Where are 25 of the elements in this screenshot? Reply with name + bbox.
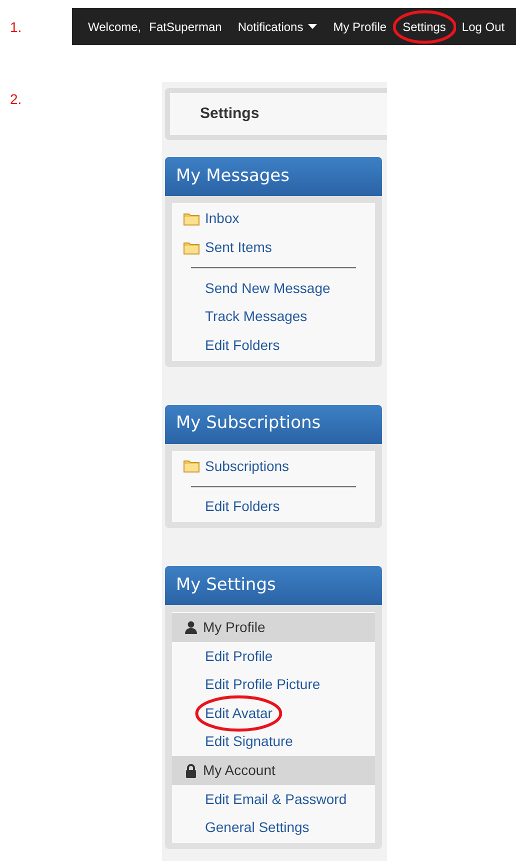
welcome-text: FatSuperman xyxy=(149,20,222,34)
panel-title: My Messages xyxy=(176,164,290,188)
menu-link[interactable]: Edit Profile Picture xyxy=(205,676,320,692)
welcome-text: Welcome, xyxy=(88,20,142,34)
notifications-menu[interactable]: Notifications xyxy=(238,18,318,36)
menu-link[interactable]: Edit Folders xyxy=(205,336,280,353)
menu-link[interactable]: Edit Signature xyxy=(205,733,293,750)
section-title: My Account xyxy=(203,761,276,780)
page-title: Settings xyxy=(200,104,260,124)
folder-link[interactable]: Sent Items xyxy=(205,239,272,255)
menu-link[interactable]: General Settings xyxy=(205,819,310,836)
menu-link[interactable]: Send New Message xyxy=(205,280,330,296)
panel-title: My Settings xyxy=(176,574,276,597)
section-title: My Profile xyxy=(203,618,266,637)
nav-link[interactable]: Log Out xyxy=(462,20,505,34)
nav-link[interactable]: My Profile xyxy=(333,20,387,34)
panel-title: My Subscriptions xyxy=(176,412,321,436)
folder-link[interactable]: Inbox xyxy=(205,210,240,226)
menu-link[interactable]: Edit Email & Password xyxy=(205,790,347,807)
folder-link[interactable]: Subscriptions xyxy=(205,458,290,474)
menu-link[interactable]: Edit Folders xyxy=(205,498,280,514)
step-number: 2. xyxy=(10,91,22,107)
menu-link[interactable]: Edit Profile xyxy=(205,648,273,664)
menu-link[interactable]: Track Messages xyxy=(205,308,308,324)
step-number: 1. xyxy=(10,19,22,35)
